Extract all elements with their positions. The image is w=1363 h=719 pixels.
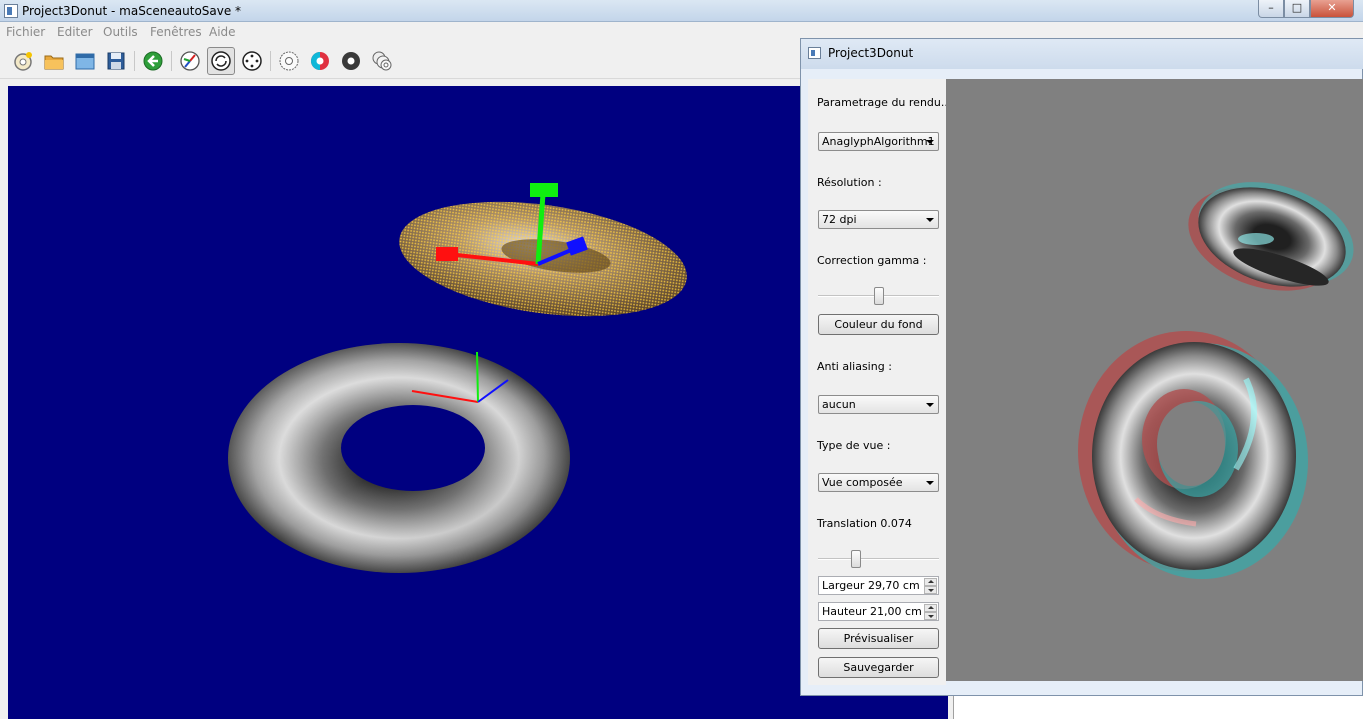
- width-value: Largeur 29,70 cm: [822, 579, 920, 592]
- width-spinbox[interactable]: Largeur 29,70 cm: [818, 576, 939, 595]
- resolution-label: Résolution :: [817, 176, 882, 189]
- rotate-button[interactable]: [207, 47, 235, 75]
- translation-label: Translation 0.074: [817, 517, 912, 530]
- algorithm-value: AnaglyphAlgorithm1: [822, 135, 935, 148]
- slider-groove: [818, 558, 939, 560]
- antialiasing-label: Anti aliasing :: [817, 360, 892, 373]
- menu-outils[interactable]: Outils: [103, 25, 138, 39]
- app-icon: [4, 4, 18, 18]
- view-type-label: Type de vue :: [817, 439, 891, 452]
- multi-torus-icon: [372, 51, 392, 71]
- open-folder-icon: [44, 55, 64, 70]
- window-icon: [75, 53, 95, 70]
- chevron-down-icon: [926, 218, 934, 222]
- toolbar: [0, 43, 800, 79]
- resolution-combo[interactable]: 72 dpi: [818, 210, 939, 229]
- resolution-value: 72 dpi: [822, 213, 857, 226]
- preview-torus-bottom: [1078, 331, 1308, 579]
- render-window-title: Project3Donut: [828, 46, 914, 60]
- slider-handle[interactable]: [874, 287, 884, 305]
- render-settings-label: Parametrage du rendu...: [817, 96, 952, 109]
- close-button[interactable]: ✕: [1310, 0, 1354, 18]
- color-torus-button[interactable]: [306, 47, 334, 75]
- compass-button[interactable]: [176, 47, 204, 75]
- menu-editer[interactable]: Editer: [57, 25, 93, 39]
- chevron-down-icon: [926, 140, 934, 144]
- dark-torus-icon: [342, 52, 360, 70]
- toolbar-separator: [270, 51, 271, 71]
- gamma-slider[interactable]: [818, 287, 939, 305]
- menu-bar: Fichier Editer Outils Fenêtres Aide: [0, 22, 800, 42]
- chevron-down-icon: [926, 481, 934, 485]
- preview-button[interactable]: Prévisualiser: [818, 628, 939, 649]
- window-title: Project3Donut - maSceneautoSave *: [22, 4, 242, 18]
- rotate-icon: [211, 51, 231, 71]
- gamma-label: Correction gamma :: [817, 254, 927, 267]
- maximize-button[interactable]: □: [1284, 0, 1310, 18]
- background-panel: [953, 696, 1363, 719]
- color-torus-icon: [311, 52, 329, 70]
- render-settings-panel: Parametrage du rendu... AnaglyphAlgorith…: [808, 79, 951, 685]
- silver-torus[interactable]: [228, 343, 570, 573]
- menu-fenetres[interactable]: Fenêtres: [150, 25, 202, 39]
- new-scene-icon: [14, 52, 32, 71]
- algorithm-combo[interactable]: AnaglyphAlgorithm1: [818, 132, 939, 151]
- menu-fichier[interactable]: Fichier: [6, 25, 45, 39]
- anaglyph-preview: [946, 79, 1363, 681]
- spin-down-icon[interactable]: [924, 586, 937, 594]
- toolbar-separator: [171, 51, 172, 71]
- multi-torus-button[interactable]: [368, 47, 396, 75]
- back-button[interactable]: [139, 47, 167, 75]
- save-button[interactable]: [102, 47, 130, 75]
- window-button[interactable]: [71, 47, 99, 75]
- preview-torus-top: [1188, 182, 1354, 291]
- back-arrow-icon: [143, 51, 163, 71]
- background-color-button[interactable]: Couleur du fond: [818, 314, 939, 335]
- chevron-down-icon: [926, 403, 934, 407]
- dark-torus-button[interactable]: [337, 47, 365, 75]
- save-render-button[interactable]: Sauvegarder: [818, 657, 939, 678]
- new-scene-button[interactable]: [9, 47, 37, 75]
- menu-aide[interactable]: Aide: [209, 25, 236, 39]
- translation-slider[interactable]: [818, 550, 939, 568]
- open-button[interactable]: [40, 47, 68, 75]
- compass-icon: [180, 51, 200, 71]
- app-icon: [808, 47, 821, 59]
- view-type-value: Vue composée: [822, 476, 903, 489]
- render-titlebar[interactable]: Project3Donut: [801, 39, 1363, 69]
- height-spinbox[interactable]: Hauteur 21,00 cm: [818, 602, 939, 621]
- move-button[interactable]: [238, 47, 266, 75]
- main-titlebar[interactable]: Project3Donut - maSceneautoSave *: [0, 0, 1363, 22]
- minimize-button[interactable]: –: [1258, 0, 1284, 18]
- torus-outline-button[interactable]: [275, 47, 303, 75]
- view-type-combo[interactable]: Vue composée: [818, 473, 939, 492]
- toolbar-separator: [134, 51, 135, 71]
- move-icon: [242, 51, 262, 71]
- save-icon: [107, 52, 125, 70]
- height-value: Hauteur 21,00 cm: [822, 605, 922, 618]
- spin-up-icon[interactable]: [924, 604, 937, 612]
- torus-outline-icon: [279, 51, 299, 71]
- spin-up-icon[interactable]: [924, 578, 937, 586]
- render-window: Project3Donut Parametrage du rendu... An…: [800, 38, 1363, 696]
- antialiasing-value: aucun: [822, 398, 856, 411]
- spin-down-icon[interactable]: [924, 612, 937, 620]
- slider-handle[interactable]: [851, 550, 861, 568]
- antialiasing-combo[interactable]: aucun: [818, 395, 939, 414]
- preview-scene: [1078, 182, 1354, 579]
